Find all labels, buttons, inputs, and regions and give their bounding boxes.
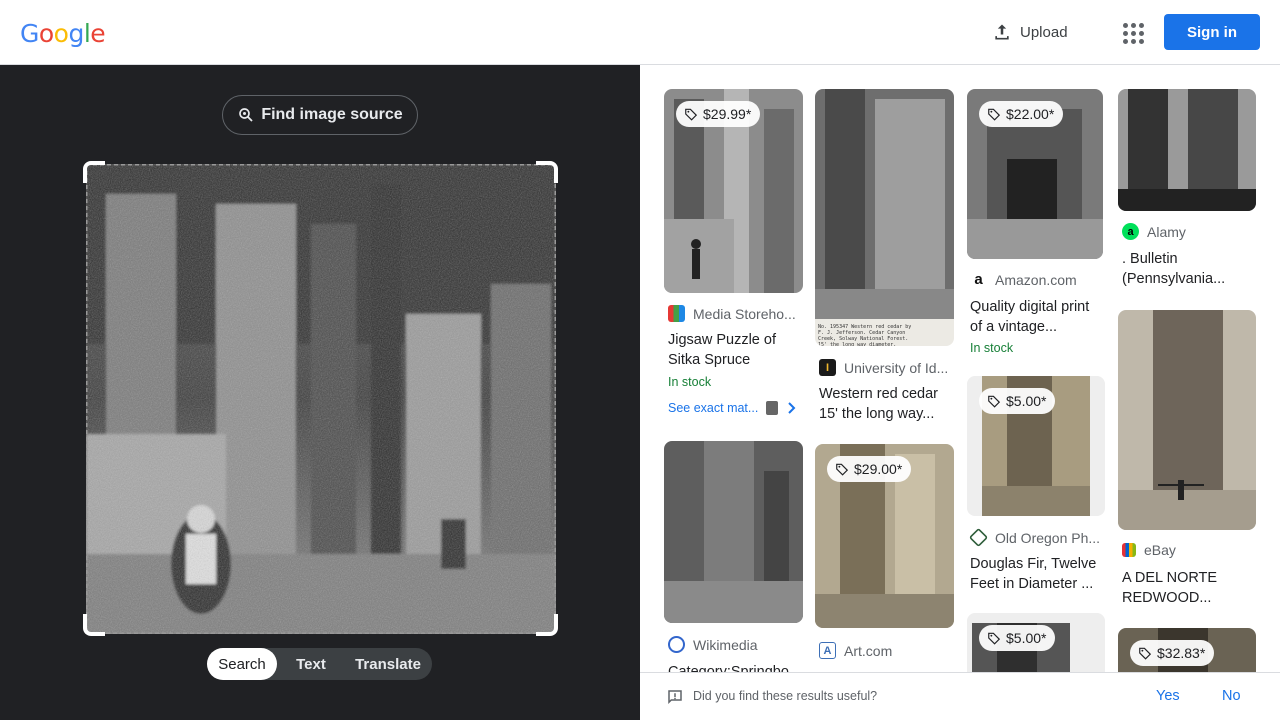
result-title[interactable]: Jigsaw Puzzle of Sitka Spruce: [668, 330, 803, 370]
result-source[interactable]: a Amazon.com: [970, 271, 1077, 288]
price-badge: $22.00*: [979, 101, 1064, 127]
feedback-yes-button[interactable]: Yes: [1156, 688, 1180, 704]
result-source[interactable]: I University of Id...: [819, 359, 948, 376]
feedback-question: Did you find these results useful?: [693, 689, 878, 703]
result-thumbnail[interactable]: $5.00*: [967, 613, 1105, 672]
upload-label: Upload: [1020, 23, 1068, 41]
feedback-icon: [668, 690, 682, 705]
mode-search-tab[interactable]: Search: [207, 648, 277, 680]
result-source[interactable]: A Art.com: [819, 642, 892, 659]
logo-letter: e: [90, 19, 106, 48]
price-tag-icon: [988, 395, 1001, 408]
price-tag-icon: [685, 108, 698, 121]
result-thumbnail[interactable]: $32.83*: [1118, 628, 1256, 672]
logo-letter: G: [20, 19, 39, 48]
stock-status: In stock: [970, 341, 1014, 355]
see-exact-matches-link[interactable]: See exact mat...: [668, 401, 796, 415]
logo-letter: g: [68, 19, 84, 48]
logo-letter: o: [53, 19, 69, 48]
amazon-favicon: a: [970, 271, 987, 288]
logo-letter: o: [38, 19, 54, 48]
visual-matches: $29.99* Media Storeho... Jigsaw Puzzle o…: [640, 65, 1280, 672]
result-source[interactable]: Old Oregon Ph...: [968, 527, 1100, 548]
mode-text-tab[interactable]: Text: [277, 648, 345, 680]
lens-image-pane: Find image source Search Text Translate: [0, 65, 640, 720]
ebay-favicon: [1122, 543, 1136, 557]
crop-handle-top-left[interactable]: [83, 161, 105, 183]
university-favicon: I: [819, 359, 836, 376]
wikimedia-favicon: [668, 636, 685, 653]
chevron-right-icon: [788, 402, 796, 414]
crop-handle-bottom-left[interactable]: [83, 614, 105, 636]
price-tag-icon: [988, 632, 1001, 645]
uploaded-image[interactable]: [86, 164, 556, 634]
result-source[interactable]: Wikimedia: [668, 636, 758, 653]
result-thumbnail[interactable]: $29.00*: [815, 444, 954, 628]
result-title[interactable]: Category:Springbo...: [668, 662, 803, 672]
google-logo[interactable]: Google: [20, 19, 106, 48]
crop-handle-bottom-right[interactable]: [536, 614, 558, 636]
result-title[interactable]: Western red cedar 15' the long way...: [819, 384, 954, 424]
feedback-no-button[interactable]: No: [1222, 688, 1241, 704]
result-source[interactable]: Media Storeho...: [668, 305, 796, 322]
price-badge: $29.99*: [676, 101, 761, 127]
result-source[interactable]: eBay: [1122, 542, 1176, 558]
svg-text:15' the long way diameter.: 15' the long way diameter.: [818, 342, 896, 346]
price-tag-icon: [988, 108, 1001, 121]
alamy-favicon: a: [1122, 223, 1139, 240]
sign-in-button[interactable]: Sign in: [1164, 14, 1260, 50]
result-thumbnail[interactable]: No. 195347 Western red cedar by F. J. Je…: [815, 89, 954, 346]
exact-match-thumb: [766, 401, 779, 415]
result-thumbnail[interactable]: $29.99*: [664, 89, 803, 293]
crop-handle-top-right[interactable]: [536, 161, 558, 183]
result-thumbnail[interactable]: [1118, 89, 1256, 211]
result-thumbnail[interactable]: [664, 441, 803, 623]
price-tag-icon: [1139, 647, 1152, 660]
feedback-bar: Did you find these results useful? Yes N…: [640, 672, 1280, 720]
result-thumbnail[interactable]: $22.00*: [967, 89, 1103, 259]
result-title[interactable]: A DEL NORTE REDWOOD...: [1122, 568, 1258, 608]
mediastorehouse-favicon: [668, 305, 685, 322]
mode-translate-tab[interactable]: Translate: [345, 648, 431, 680]
apps-grid-icon[interactable]: [1120, 20, 1144, 44]
lens-search-icon: [239, 108, 253, 122]
result-title[interactable]: Douglas Fir, Twelve Feet in Diameter ...: [970, 554, 1106, 594]
price-badge: $5.00*: [979, 388, 1056, 414]
upload-icon: [995, 24, 1009, 40]
lens-mode-switch: Search Text Translate: [207, 648, 432, 680]
result-title[interactable]: Quality digital print of a vintage...: [970, 297, 1106, 337]
result-source[interactable]: a Alamy: [1122, 223, 1186, 240]
old-oregon-favicon: [968, 527, 989, 548]
price-badge: $29.00*: [827, 456, 912, 482]
result-thumbnail[interactable]: $5.00*: [967, 376, 1105, 516]
result-title[interactable]: . Bulletin (Pennsylvania...: [1122, 249, 1258, 289]
art-com-favicon: A: [819, 642, 836, 659]
upload-button[interactable]: Upload: [992, 20, 1068, 44]
result-thumbnail[interactable]: [1118, 310, 1256, 530]
top-bar: Google Upload Sign in: [0, 0, 1280, 65]
price-badge: $5.00*: [979, 625, 1056, 651]
price-badge: $32.83*: [1130, 640, 1215, 666]
find-image-source-button[interactable]: Find image source: [222, 95, 418, 135]
price-tag-icon: [836, 463, 849, 476]
find-source-label: Find image source: [261, 106, 403, 123]
stock-status: In stock: [668, 375, 712, 389]
